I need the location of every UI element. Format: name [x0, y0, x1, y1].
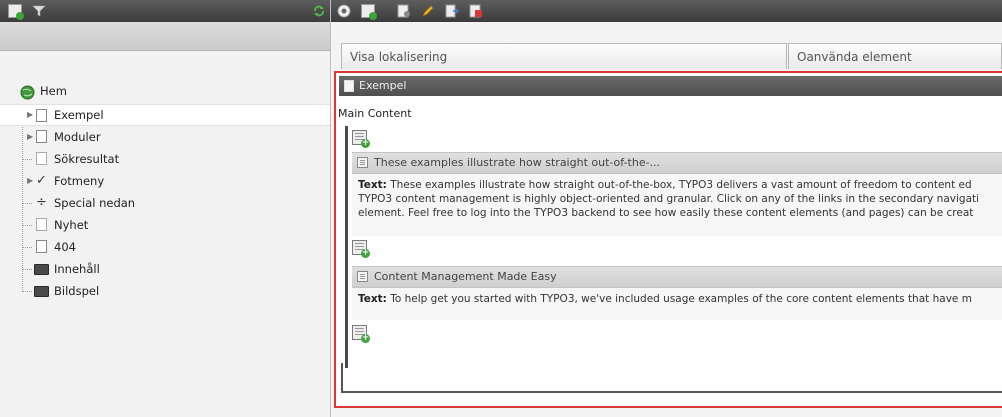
move-icon[interactable]	[445, 4, 459, 18]
new-record-icon[interactable]	[361, 4, 377, 20]
page-tree-panel: Hem ▶ Exempel ▶ Moduler Sökresultat ▶ ✓ …	[0, 0, 331, 417]
tree-item-label: Exempel	[54, 108, 104, 122]
new-content-button[interactable]	[352, 130, 370, 148]
text-label: Text:	[358, 179, 387, 191]
tree-item-404[interactable]: 404	[0, 236, 330, 258]
tree-item-exempel[interactable]: ▶ Exempel	[0, 104, 330, 126]
page-tree-toolbar	[0, 0, 330, 22]
expand-icon[interactable]: ▶	[27, 126, 33, 148]
content-element-title: These examples illustrate how straight o…	[374, 156, 661, 169]
page-icon	[36, 240, 47, 253]
page-tree: Hem ▶ Exempel ▶ Moduler Sökresultat ▶ ✓ …	[0, 80, 330, 302]
tree-connector	[22, 159, 32, 160]
view-icon[interactable]	[337, 4, 351, 18]
tree-item-label: 404	[54, 240, 76, 254]
tree-item-special-nedan[interactable]: ÷ Special nedan	[0, 192, 330, 214]
page-title: Exempel	[359, 79, 407, 92]
inner-frame-border	[341, 391, 1002, 393]
text-element-icon	[357, 157, 368, 168]
tab-visa-lokalisering[interactable]: Visa lokalisering	[341, 43, 787, 69]
text-content: These examples illustrate how straight o…	[386, 179, 972, 191]
tree-item-label: Innehåll	[54, 262, 100, 276]
text-element-icon	[357, 271, 368, 282]
tree-item-label: Special nedan	[54, 196, 136, 210]
folder-icon	[34, 264, 49, 275]
history-icon[interactable]	[469, 4, 483, 18]
page-content-frame: Exempel Main Content These examples illu…	[334, 71, 1002, 408]
text-line: element. Feel free to log into the TYPO3…	[358, 207, 974, 219]
page-properties-icon[interactable]	[397, 4, 411, 18]
text-line: Text: These examples illustrate how stra…	[358, 178, 996, 192]
checkmark-icon: ✓	[36, 173, 47, 188]
edit-icon[interactable]	[421, 4, 435, 18]
page-icon	[344, 80, 354, 92]
content-element-header[interactable]: Content Management Made Easy	[352, 266, 1002, 288]
inner-frame-border	[341, 363, 343, 393]
tree-item-bildspel[interactable]: Bildspel	[0, 280, 330, 302]
folder-icon	[34, 286, 49, 297]
tree-connector	[22, 225, 32, 226]
tree-connector	[22, 291, 32, 292]
refresh-icon[interactable]	[312, 4, 326, 18]
tree-root-label: Hem	[40, 84, 67, 98]
tab-label: Visa lokalisering	[350, 50, 448, 64]
content-element-body[interactable]: Text: These examples illustrate how stra…	[352, 174, 1002, 236]
content-element-title: Content Management Made Easy	[374, 270, 557, 283]
page-icon	[36, 130, 47, 143]
tree-item-sokresultat[interactable]: Sökresultat	[0, 148, 330, 170]
tree-item-label: Sökresultat	[54, 152, 120, 166]
new-page-icon[interactable]	[8, 4, 24, 20]
tree-connector	[22, 247, 32, 248]
tree-connector	[22, 203, 32, 204]
page-tree-subbar	[0, 22, 330, 51]
tree-item-innehall[interactable]: Innehåll	[0, 258, 330, 280]
text-label: Text:	[358, 293, 387, 305]
content-panel: Visa lokalisering Oanvända element Exemp…	[331, 0, 1002, 417]
expand-icon[interactable]: ▶	[27, 105, 33, 125]
view-tabs: Visa lokalisering Oanvända element	[341, 43, 1002, 69]
tree-item-moduler[interactable]: ▶ Moduler	[0, 126, 330, 148]
page-icon	[36, 218, 47, 231]
column-rule	[345, 126, 348, 368]
new-content-button[interactable]	[352, 240, 370, 258]
tree-root[interactable]: Hem	[0, 80, 330, 104]
tab-oanvanda-element[interactable]: Oanvända element	[788, 43, 1002, 69]
divider-icon: ÷	[36, 195, 47, 210]
tree-connector	[22, 269, 32, 270]
text-line: Text: To help get you started with TYPO3…	[358, 292, 996, 306]
tree-item-nyhet[interactable]: Nyhet	[0, 214, 330, 236]
column-label: Main Content	[338, 107, 412, 120]
page-icon	[36, 152, 47, 165]
tree-item-label: Nyhet	[54, 218, 89, 232]
tree-item-label: Fotmeny	[54, 174, 105, 188]
tab-label: Oanvända element	[797, 50, 912, 64]
tree-item-fotmeny[interactable]: ▶ ✓ Fotmeny	[0, 170, 330, 192]
expand-icon[interactable]: ▶	[27, 170, 33, 192]
tree-item-label: Bildspel	[54, 284, 100, 298]
content-element-header[interactable]: These examples illustrate how straight o…	[352, 152, 1002, 174]
tree-item-label: Moduler	[54, 130, 101, 144]
filter-icon[interactable]	[32, 4, 46, 18]
page-header: Exempel	[339, 76, 1002, 96]
page-icon	[36, 109, 47, 122]
content-toolbar	[331, 0, 1002, 22]
new-content-button[interactable]	[352, 325, 370, 343]
text-line: TYPO3 content management is highly objec…	[358, 193, 980, 205]
content-element-body[interactable]: Text: To help get you started with TYPO3…	[352, 288, 1002, 320]
text-content: To help get you started with TYPO3, we'v…	[386, 293, 972, 305]
